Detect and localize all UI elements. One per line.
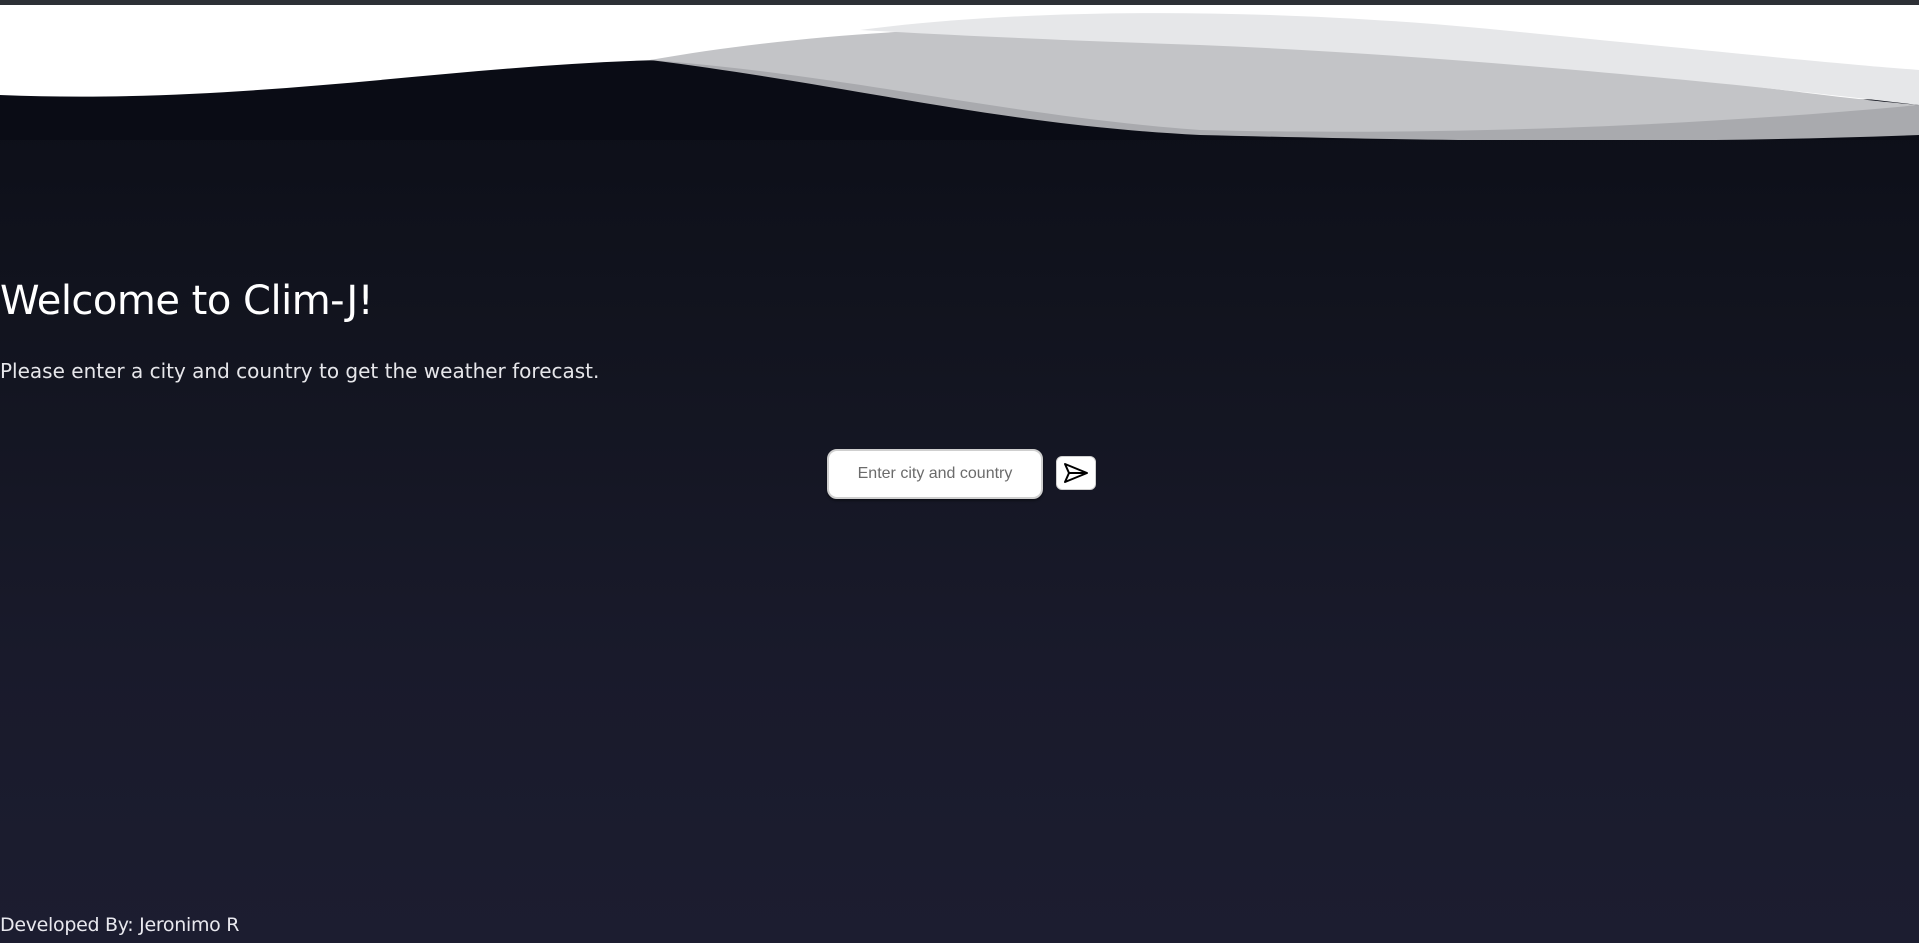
city-country-input[interactable] bbox=[827, 449, 1043, 499]
send-icon bbox=[1064, 463, 1088, 483]
submit-button[interactable] bbox=[1056, 456, 1096, 490]
page-background: Welcome to Clim-J! Please enter a city a… bbox=[0, 0, 1919, 943]
header-waves bbox=[0, 5, 1919, 140]
footer-credit: Developed By: Jeronimo R bbox=[0, 914, 240, 936]
page-subtitle: Please enter a city and country to get t… bbox=[0, 359, 600, 383]
page-title: Welcome to Clim-J! bbox=[0, 278, 374, 324]
